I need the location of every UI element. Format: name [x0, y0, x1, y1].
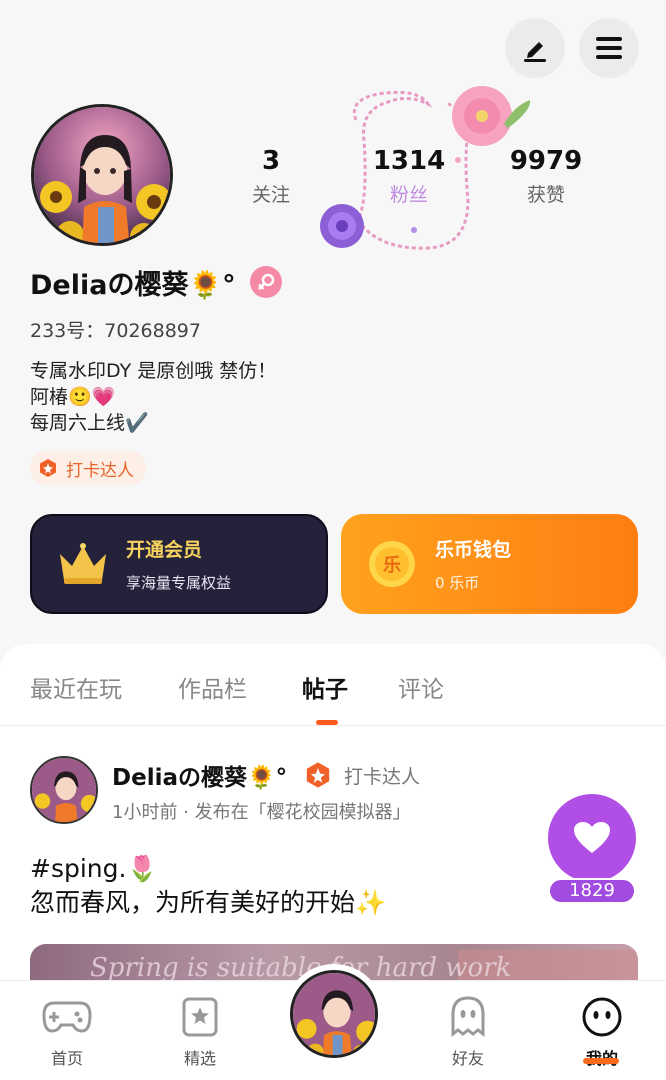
post-badge-label: 打卡达人 [344, 765, 421, 788]
tab-comments[interactable]: 评论 [398, 670, 444, 704]
post-text-line: #sping.🌷 [30, 854, 158, 883]
hexagon-badge-icon [40, 459, 56, 477]
like-count: 1829 [548, 878, 636, 904]
wallet-title: 乐币钱包 [435, 539, 512, 561]
crown-icon [54, 535, 112, 593]
nav-friends[interactable]: 好友 [428, 996, 508, 1069]
nav-friends-label: 好友 [451, 1049, 484, 1068]
likes-stat[interactable]: 9979 获赞 [491, 146, 601, 210]
active-tab-indicator [316, 720, 338, 725]
profile-username: Deliaの樱葵🌻° [30, 262, 282, 302]
following-label: 关注 [251, 184, 290, 206]
coin-icon: 乐 [363, 535, 421, 593]
like-button[interactable]: 1829 [548, 794, 636, 904]
avatar-image [32, 758, 96, 822]
checkin-master-badge[interactable]: 打卡达人 [30, 451, 146, 485]
bio-line: 阿椿🙂💗 [30, 386, 116, 408]
post-body[interactable]: #sping.🌷 忽而春风，为所有美好的开始✨ [30, 852, 386, 920]
badge-label: 打卡达人 [66, 460, 134, 481]
hexagon-badge-icon [306, 762, 330, 788]
nav-center-avatar-button[interactable] [284, 964, 384, 1064]
nav-featured-label: 精选 [183, 1049, 216, 1068]
menu-icon [596, 37, 622, 59]
bio-line: 专属水印DY 是原创哦 禁仿！ [30, 360, 277, 382]
vip-subtitle: 享海量专属权益 [126, 574, 232, 592]
nav-home[interactable]: 首页 [27, 997, 107, 1069]
female-gender-icon [249, 266, 282, 298]
gamepad-icon [27, 997, 107, 1037]
heart-icon [574, 822, 610, 853]
wallet-balance: 0 乐币 [435, 574, 480, 592]
vip-membership-card[interactable]: 开通会员 享海量专属权益 [30, 514, 328, 614]
post-author-avatar[interactable] [30, 756, 98, 824]
profile-tabs: 最近在玩 作品栏 帖子 评论 [0, 644, 666, 726]
avatar-image [34, 107, 170, 243]
likes-label: 获赞 [526, 184, 565, 206]
user-id-value: 70268897 [104, 320, 201, 342]
profile-avatar[interactable] [31, 104, 173, 246]
fans-label: 粉丝 [389, 184, 428, 206]
user-id-label: 233号： [30, 320, 105, 342]
ghost-icon [428, 996, 508, 1038]
post-author-name[interactable]: Deliaの樱葵🌻° [112, 758, 287, 792]
nav-home-label: 首页 [50, 1049, 83, 1068]
wallet-card[interactable]: 乐 乐币钱包 0 乐币 [341, 514, 638, 614]
post-meta[interactable]: 1小时前 · 发布在「樱花校园模拟器」 [112, 798, 411, 824]
nav-active-indicator [583, 1058, 619, 1064]
vip-title: 开通会员 [126, 539, 203, 561]
post-author-badge: 打卡达人 [304, 760, 420, 790]
coin-icon-text: 乐 [383, 555, 401, 576]
profile-bio: 专属水印DY 是原创哦 禁仿！ 阿椿🙂💗 每周六上线✔️ [30, 358, 276, 436]
bio-line: 每周六上线✔️ [30, 412, 149, 434]
post-text-line: 忽而春风，为所有美好的开始✨ [30, 888, 387, 917]
star-bookmark-icon [160, 997, 240, 1037]
like-circle [548, 794, 636, 882]
center-avatar [290, 970, 378, 1058]
tab-posts[interactable]: 帖子 [302, 670, 348, 704]
fans-count: 1314 [372, 146, 446, 176]
nav-mine-label: 我的 [562, 1045, 642, 1069]
edit-icon [524, 42, 546, 62]
face-icon [562, 997, 642, 1037]
tab-works[interactable]: 作品栏 [178, 670, 247, 704]
following-stat[interactable]: 3 关注 [216, 146, 326, 210]
user-id[interactable]: 233号：70268897 [30, 316, 201, 343]
nav-featured[interactable]: 精选 [160, 997, 240, 1069]
username-text: Deliaの樱葵🌻° [30, 269, 236, 301]
fans-stat[interactable]: 1314 粉丝 [354, 146, 464, 210]
likes-count: 9979 [509, 146, 583, 176]
avatar-image [293, 973, 375, 1055]
menu-button[interactable] [579, 18, 639, 78]
edit-profile-button[interactable] [505, 18, 565, 78]
tab-recently-played[interactable]: 最近在玩 [30, 670, 122, 704]
following-count: 3 [261, 146, 281, 176]
